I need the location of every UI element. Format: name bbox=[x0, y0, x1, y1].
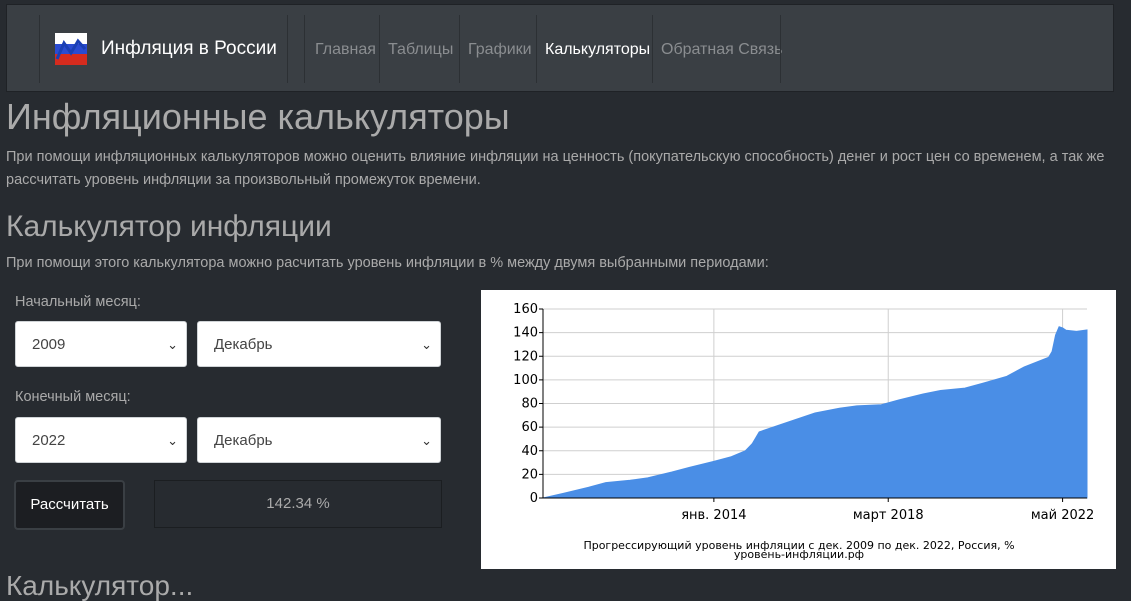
calculate-button[interactable]: Рассчитать bbox=[14, 480, 125, 530]
end-year-value: 2022 bbox=[32, 432, 66, 449]
chevron-down-icon: ⌄ bbox=[421, 337, 432, 352]
start-month-label: Начальный месяц: bbox=[15, 294, 141, 310]
inflation-chart-svg: 0 20 40 60 80 100 120 140 160 янв. 2014 март 2018 м… bbox=[513, 302, 1094, 561]
nav-separator bbox=[536, 15, 537, 83]
chevron-down-icon: ⌄ bbox=[167, 337, 178, 352]
start-year-select[interactable]: 2009 ⌄ bbox=[15, 321, 187, 367]
y-tick-label: 0 bbox=[530, 491, 538, 506]
nav-separator bbox=[39, 15, 40, 83]
nav-separator bbox=[379, 15, 380, 83]
x-tick-label: март 2018 bbox=[853, 508, 924, 523]
page-title: Инфляционные калькуляторы bbox=[6, 96, 510, 137]
inflation-area-series bbox=[542, 326, 1088, 499]
nav-separator bbox=[652, 15, 653, 83]
nav-item-calculators[interactable]: Калькуляторы bbox=[545, 41, 650, 59]
chevron-down-icon: ⌄ bbox=[421, 433, 432, 448]
y-tick-label: 80 bbox=[521, 397, 538, 412]
nav-item-tables[interactable]: Таблицы bbox=[388, 41, 453, 59]
russia-chart-logo-icon bbox=[55, 33, 87, 65]
end-year-select[interactable]: 2022 ⌄ bbox=[15, 417, 187, 463]
result-output: 142.34 % bbox=[154, 480, 442, 528]
nav-separator bbox=[304, 15, 305, 83]
next-section-heading: Калькулятор... bbox=[6, 570, 194, 601]
y-tick-label: 20 bbox=[521, 467, 538, 482]
nav-item-feedback[interactable]: Обратная Связь bbox=[661, 41, 782, 59]
nav-item-home[interactable]: Главная bbox=[315, 41, 376, 59]
y-tick-label: 40 bbox=[521, 444, 538, 459]
brand-link[interactable]: Инфляция в России bbox=[55, 33, 277, 65]
start-year-value: 2009 bbox=[32, 336, 66, 353]
nav-separator bbox=[459, 15, 460, 83]
end-month-select[interactable]: Декабрь ⌄ bbox=[197, 417, 441, 463]
start-month-value: Декабрь bbox=[214, 336, 273, 353]
y-tick-label: 120 bbox=[513, 349, 538, 364]
nav-item-charts[interactable]: Графики bbox=[468, 41, 532, 59]
y-tick-label: 60 bbox=[521, 420, 538, 435]
inflation-chart: 0 20 40 60 80 100 120 140 160 янв. 2014 март 2018 м… bbox=[481, 290, 1116, 569]
page-lead: При помощи инфляционных калькуляторов мо… bbox=[6, 149, 1105, 188]
chevron-down-icon: ⌄ bbox=[167, 433, 178, 448]
end-month-label: Конечный месяц: bbox=[15, 389, 131, 405]
x-tick-label: янв. 2014 bbox=[681, 508, 746, 523]
nav-separator bbox=[287, 15, 288, 83]
y-tick-label: 140 bbox=[513, 326, 538, 341]
y-tick-label: 100 bbox=[513, 373, 538, 388]
navbar: Инфляция в России Главная Таблицы График… bbox=[6, 4, 1114, 92]
x-tick-label: май 2022 bbox=[1031, 508, 1094, 523]
y-tick-label: 160 bbox=[513, 302, 538, 317]
calculator-description: При помощи этого калькулятора можно расч… bbox=[6, 255, 769, 271]
calculator-heading: Калькулятор инфляции bbox=[6, 210, 332, 243]
end-month-value: Декабрь bbox=[214, 432, 273, 449]
chart-caption-source: уровень-инфляции.рф bbox=[734, 548, 864, 561]
nav-separator bbox=[780, 15, 781, 83]
start-month-select[interactable]: Декабрь ⌄ bbox=[197, 321, 441, 367]
brand-title: Инфляция в России bbox=[101, 38, 277, 59]
